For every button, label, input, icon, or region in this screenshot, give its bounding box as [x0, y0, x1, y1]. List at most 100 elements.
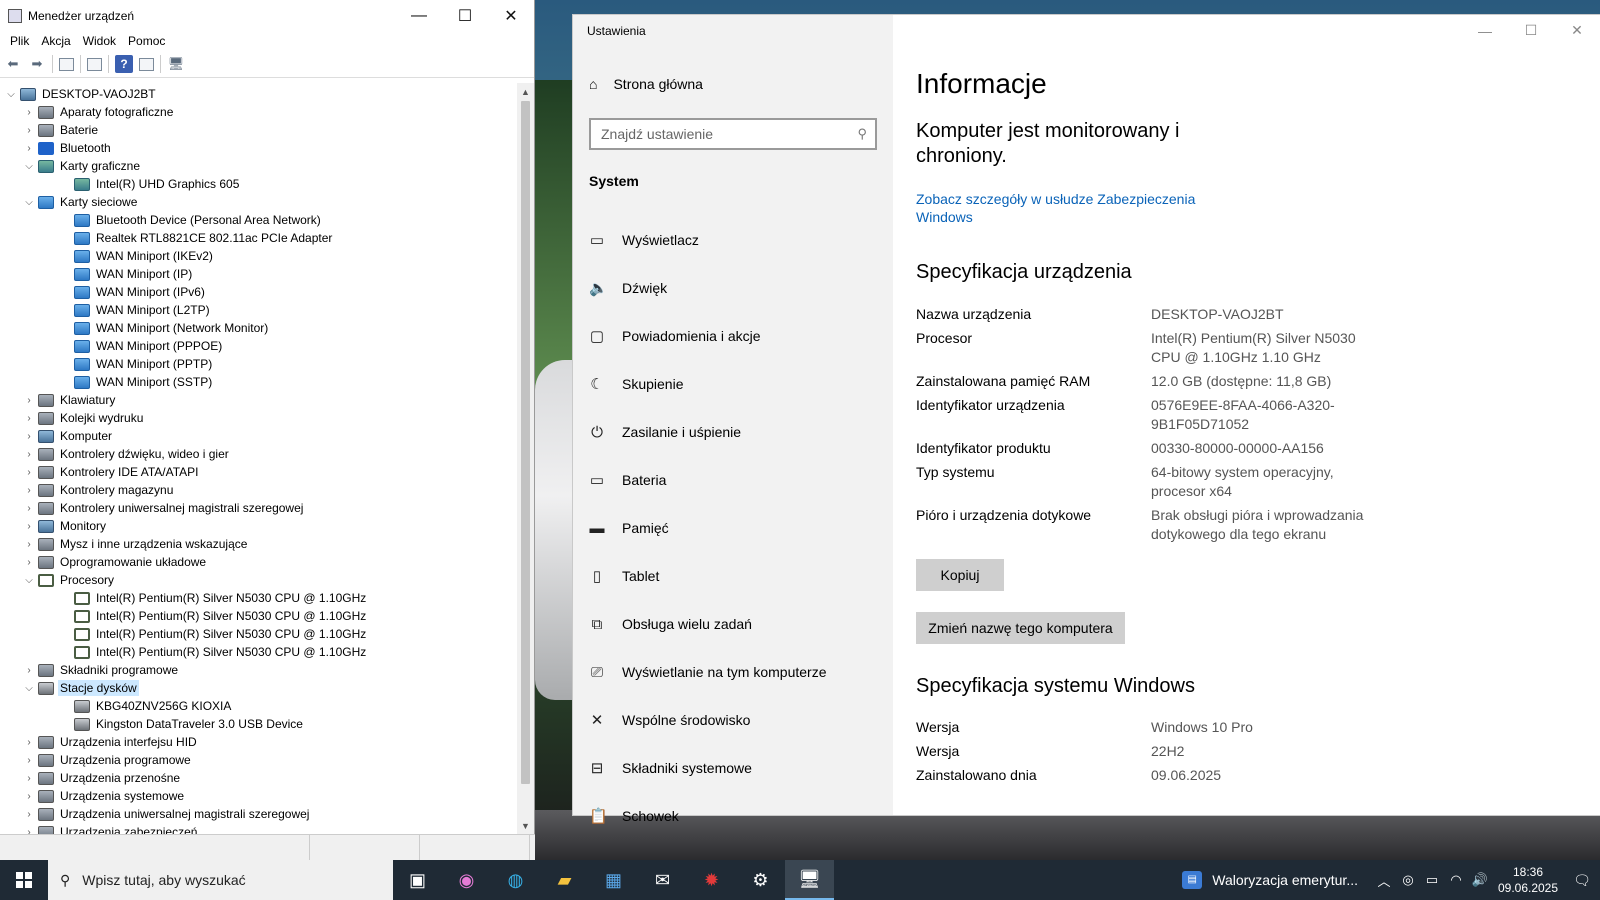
taskbar-search-input[interactable]: ⚲ Wpisz tutaj, aby wyszukać — [48, 860, 393, 900]
properties-icon[interactable] — [87, 57, 102, 71]
tree-item[interactable]: KBG40ZNV256G KIOXIA — [0, 697, 518, 715]
task-view-icon[interactable]: ▣ — [393, 860, 442, 900]
forward-arrow-icon[interactable]: ➡ — [28, 55, 46, 73]
menu-help[interactable]: Pomoc — [122, 34, 171, 48]
copilot-icon[interactable]: ◉ — [442, 860, 491, 900]
nav-item-tablet[interactable]: ▯ Tablet — [589, 552, 889, 600]
tree-item[interactable]: › Kontrolery IDE ATA/ATAPI — [0, 463, 518, 481]
tree-item[interactable]: WAN Miniport (IKEv2) — [0, 247, 518, 265]
settings-gear-icon[interactable]: ⚙ — [736, 860, 785, 900]
security-details-link[interactable]: Zobacz szczegóły w usłudze Zabezpieczeni… — [916, 190, 1216, 226]
chevron-right-icon[interactable]: › — [22, 413, 36, 424]
chevron-down-icon[interactable]: ⌵ — [22, 161, 36, 172]
tree-item[interactable]: Bluetooth Device (Personal Area Network) — [0, 211, 518, 229]
tree-item[interactable]: › Kolejki wydruku — [0, 409, 518, 427]
scrollbar-thumb[interactable] — [521, 101, 530, 784]
copy-button[interactable]: Kopiuj — [916, 559, 1004, 591]
tree-item[interactable]: › Kontrolery uniwersalnej magistrali szer… — [0, 499, 518, 517]
tree-item[interactable]: › Urządzenia interfejsu HID — [0, 733, 518, 751]
nav-item-power[interactable]: ⏻ Zasilanie i uśpienie — [589, 408, 889, 456]
chevron-right-icon[interactable]: › — [22, 773, 36, 784]
security-app-icon[interactable]: ✹ — [687, 860, 736, 900]
edge-icon[interactable]: ◍ — [491, 860, 540, 900]
tree-item[interactable]: › Składniki programowe — [0, 661, 518, 679]
file-explorer-icon[interactable]: ▰ — [540, 860, 589, 900]
tree-item[interactable]: › Urządzenia systemowe — [0, 787, 518, 805]
tree-item[interactable]: › Klawiatury — [0, 391, 518, 409]
nav-item-multitasking[interactable]: ⧉ Obsługa wielu zadań — [589, 600, 889, 648]
action-pane-icon[interactable] — [139, 57, 154, 71]
start-button[interactable] — [0, 860, 48, 900]
tree-item[interactable]: WAN Miniport (Network Monitor) — [0, 319, 518, 337]
nav-item-projecting[interactable]: ⎚ Wyświetlanie na tym komputerze — [589, 648, 889, 696]
chevron-right-icon[interactable]: › — [22, 755, 36, 766]
chevron-right-icon[interactable]: › — [22, 791, 36, 802]
scan-hardware-monitor-icon[interactable]: 🖥 — [167, 55, 185, 73]
chevron-right-icon[interactable]: › — [22, 827, 36, 835]
chevron-right-icon[interactable]: › — [22, 143, 36, 154]
tree-item[interactable]: Intel(R) Pentium(R) Silver N5030 CPU @ 1… — [0, 589, 518, 607]
close-icon[interactable]: ✕ — [488, 0, 534, 31]
wifi-icon[interactable]: ◠ — [1444, 872, 1468, 888]
tree-item[interactable]: › Urządzenia uniwersalnej magistrali szer… — [0, 805, 518, 823]
nav-item-battery[interactable]: ▭ Bateria — [589, 456, 889, 504]
tree-item[interactable]: › Urządzenia przenośne — [0, 769, 518, 787]
nav-item-display[interactable]: ▭ Wyświetlacz — [589, 216, 889, 264]
settings-search-input[interactable]: Znajdź ustawienie ⚲ — [589, 118, 877, 150]
maximize-icon[interactable]: ☐ — [442, 0, 488, 31]
tree-item[interactable]: ⌵ Karty sieciowe — [0, 193, 518, 211]
chevron-right-icon[interactable]: › — [22, 737, 36, 748]
volume-icon[interactable]: 🔊 — [1468, 872, 1492, 888]
tree-item[interactable]: WAN Miniport (IPv6) — [0, 283, 518, 301]
tree-item[interactable]: › Baterie — [0, 121, 518, 139]
nav-item-moon[interactable]: ☾ Skupienie — [589, 360, 889, 408]
chevron-right-icon[interactable]: › — [22, 485, 36, 496]
tree-item[interactable]: › Oprogramowanie układowe — [0, 553, 518, 571]
tree-item[interactable]: ⌵ Stacje dysków — [0, 679, 518, 697]
tree-item[interactable]: WAN Miniport (SSTP) — [0, 373, 518, 391]
tree-item[interactable]: ⌵ DESKTOP-VAOJ2BT — [0, 85, 518, 103]
tree-item[interactable]: › Komputer — [0, 427, 518, 445]
tree-item[interactable]: › Urządzenia zabezpieczeń — [0, 823, 518, 834]
chevron-right-icon[interactable]: › — [22, 107, 36, 118]
microsoft-store-icon[interactable]: ▦ — [589, 860, 638, 900]
tree-item[interactable]: › Kontrolery magazynu — [0, 481, 518, 499]
tree-item[interactable]: Intel(R) Pentium(R) Silver N5030 CPU @ 1… — [0, 643, 518, 661]
chevron-down-icon[interactable]: ⌵ — [22, 197, 36, 208]
tree-item[interactable]: Intel(R) UHD Graphics 605 — [0, 175, 518, 193]
chevron-right-icon[interactable]: › — [22, 809, 36, 820]
chevron-down-icon[interactable]: ⌵ — [22, 575, 36, 586]
tree-item[interactable]: ⌵ Karty graficzne — [0, 157, 518, 175]
chevron-down-icon[interactable]: ⌵ — [4, 89, 18, 100]
tree-item[interactable]: › Bluetooth — [0, 139, 518, 157]
chevron-right-icon[interactable]: › — [22, 431, 36, 442]
news-widget[interactable]: ▤ Waloryzacja emerytur... — [1182, 871, 1358, 889]
battery-icon[interactable]: ▭ — [1420, 872, 1444, 888]
mail-icon[interactable]: ✉ — [638, 860, 687, 900]
tree-item[interactable]: › Monitory — [0, 517, 518, 535]
nav-item-storage[interactable]: ▬ Pamięć — [589, 504, 889, 552]
chevron-right-icon[interactable]: › — [22, 665, 36, 676]
device-manager-taskbar-icon[interactable]: 🖥 — [785, 860, 834, 900]
tree-item[interactable]: Intel(R) Pentium(R) Silver N5030 CPU @ 1… — [0, 607, 518, 625]
minimize-icon[interactable]: — — [396, 0, 442, 31]
tree-item[interactable]: ⌵ Procesory — [0, 571, 518, 589]
chevron-right-icon[interactable]: › — [22, 557, 36, 568]
chevron-right-icon[interactable]: › — [22, 503, 36, 514]
tree-item[interactable]: Realtek RTL8821CE 802.11ac PCIe Adapter — [0, 229, 518, 247]
nav-item-clipboard[interactable]: 📋 Schowek — [589, 792, 889, 840]
device-tree-scrollbar[interactable]: ▲ ▼ — [517, 83, 534, 834]
clock[interactable]: 18:36 09.06.2025 — [1492, 864, 1564, 896]
nav-item-shared-experiences[interactable]: ✕ Wspólne środowisko — [589, 696, 889, 744]
menu-view[interactable]: Widok — [77, 34, 122, 48]
tree-item[interactable]: Intel(R) Pentium(R) Silver N5030 CPU @ 1… — [0, 625, 518, 643]
tree-item[interactable]: WAN Miniport (L2TP) — [0, 301, 518, 319]
nav-item-notifications[interactable]: ▢ Powiadomienia i akcje — [589, 312, 889, 360]
nav-home[interactable]: ⌂ Strona główna — [589, 76, 703, 92]
device-manager-titlebar[interactable]: Menedżer urządzeń — ☐ ✕ — [0, 0, 534, 31]
rename-pc-button[interactable]: Zmień nazwę tego komputera — [916, 612, 1125, 644]
scroll-up-icon[interactable]: ▲ — [517, 83, 534, 100]
chevron-up-icon[interactable]: ︿ — [1372, 871, 1396, 890]
scroll-down-icon[interactable]: ▼ — [517, 817, 534, 834]
menu-action[interactable]: Akcja — [35, 34, 76, 48]
